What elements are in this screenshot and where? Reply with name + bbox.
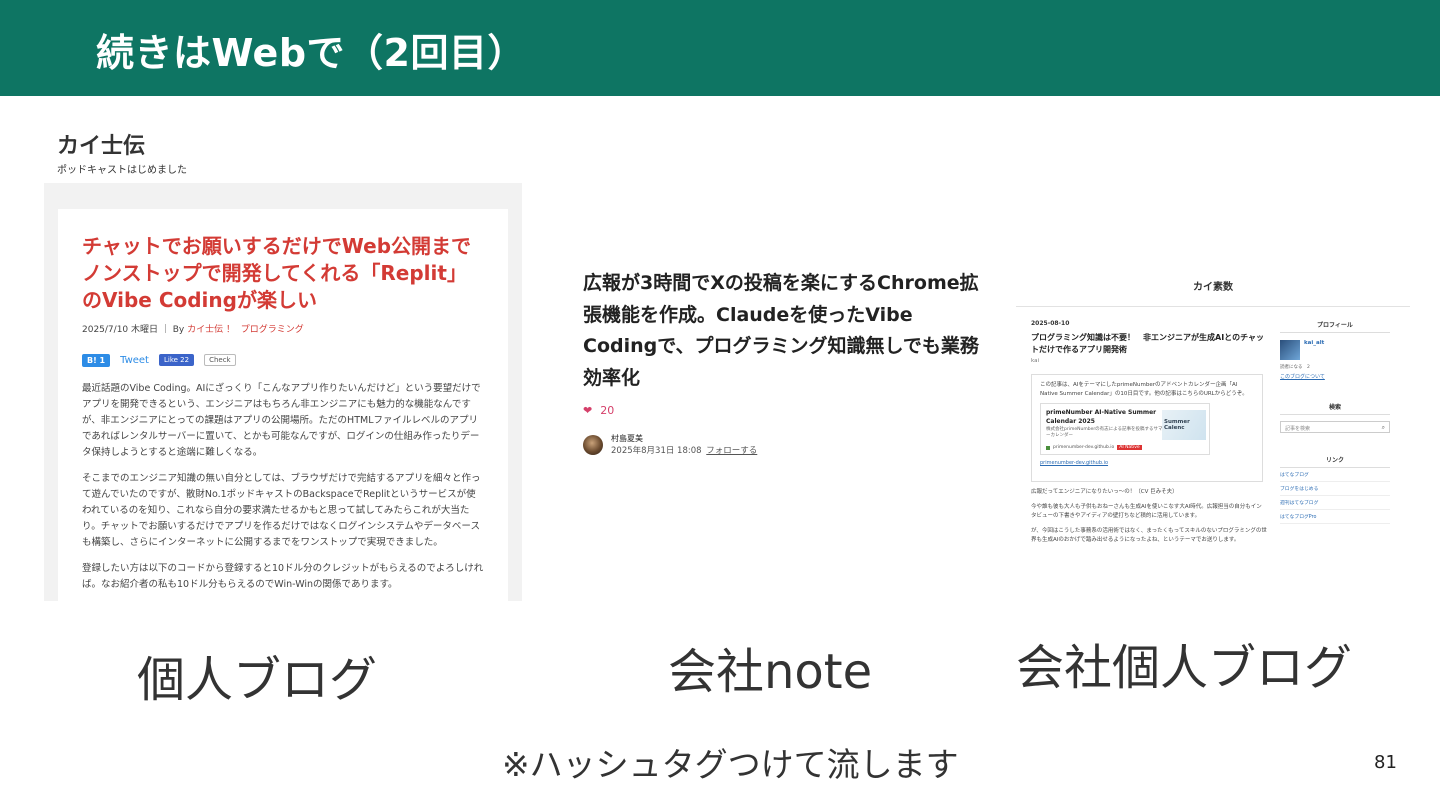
tweet-button[interactable]: Tweet <box>120 355 149 366</box>
blog-article-title[interactable]: チャットでお願いするだけでWeb公開までノンストップで開発してくれる「Repli… <box>82 233 484 314</box>
blog-paragraph: 最近話題のVibe Coding。AIにざっくり「こんなアプリ作りたいんだけど」… <box>82 383 481 458</box>
avatar[interactable] <box>583 434 603 455</box>
blog-meta-category[interactable]: プログラミング <box>241 325 304 335</box>
kai-article-author[interactable]: kai <box>1031 358 1267 364</box>
kai-site-name[interactable]: カイ素数 <box>1016 278 1410 293</box>
blog-meta-date: 2025/7/10 木曜日 ｜ By <box>82 325 188 335</box>
blog-brand: カイ士伝 ポッドキャストはじめました <box>57 128 187 176</box>
slide-title: 続きはWebで（2回目） <box>96 31 526 75</box>
search-input[interactable]: 記事を検索 ⌕ <box>1280 421 1390 433</box>
sidebar-profile-heading: プロフィール <box>1280 320 1390 333</box>
search-icon[interactable]: ⌕ <box>1382 424 1385 432</box>
company-personal-blog-screenshot: カイ素数 2025-08-10 プログラミング知識は不要！ 非エンジニアが生成A… <box>1016 270 1410 560</box>
kai-paragraph: 広報だってエンジニアになりたいっ〜の！（CV 巨みそ夫） <box>1031 489 1178 495</box>
search-placeholder: 記事を検索 <box>1285 426 1311 432</box>
sidebar-link[interactable]: 週刊はてなブログ <box>1280 496 1390 510</box>
share-buttons: B! 1 Tweet Like 22 Check <box>82 353 484 367</box>
avatar[interactable] <box>1280 340 1300 360</box>
sidebar-link[interactable]: はてなブログ <box>1280 468 1390 482</box>
blog-article-meta: 2025/7/10 木曜日 ｜ By カイ士伝 ！ プログラミング <box>82 322 484 335</box>
sidebar-link[interactable]: はてなブログPro <box>1280 510 1390 524</box>
subscribe-button[interactable]: 読者になる 2 <box>1280 364 1390 370</box>
blog-paragraph: 登録したい方は以下のコードから登録すると10ドル分のクレジットがもらえるのでよろ… <box>82 563 484 590</box>
caption-company-personal-blog: 会社個人ブログ <box>1016 640 1353 696</box>
sidebar-links: はてなブログ ブログをはじめる 週刊はてなブログ はてなブログPro <box>1280 468 1390 524</box>
blog-paragraph: そこまでのエンジニア知識の無い自分としては、ブラウザだけで完結するアプリを細々と… <box>82 473 481 548</box>
facebook-like-button[interactable]: Like 22 <box>158 354 195 366</box>
embed-title: primeNumber AI-Native Summer Calendar 20… <box>1046 409 1157 425</box>
kai-intro-text: この記事は、AIをテーマにしたprimeNumberのアドベントカレンダー企画「… <box>1040 382 1248 397</box>
hatena-bookmark-button[interactable]: B! 1 <box>82 353 111 367</box>
kai-article-date: 2025-08-10 <box>1031 320 1070 327</box>
kai-article-title[interactable]: プログラミング知識は不要！ 非エンジニアが生成AIとのチャットだけで作るアプリ開… <box>1031 332 1267 356</box>
page-number: 81 <box>1374 752 1397 773</box>
sidebar-profile: kai_alt <box>1280 340 1390 360</box>
sidebar-links-heading: リンク <box>1280 455 1390 468</box>
note-article-title[interactable]: 広報が3時間でXの投稿を楽にするChrome拡張機能を作成。Claudeを使った… <box>583 268 993 394</box>
kai-sidebar: プロフィール kai_alt 読者になる 2 このブログについて 検索 記事を検… <box>1280 320 1390 524</box>
kai-embed-card[interactable]: primeNumber AI-Native Summer Calendar 20… <box>1040 403 1210 455</box>
follow-button[interactable]: フォローする <box>706 446 757 456</box>
embed-badge: AI Native <box>1117 445 1142 450</box>
kai-article: 2025-08-10 プログラミング知識は不要！ 非エンジニアが生成AIとのチャ… <box>1031 320 1267 545</box>
note-like-row: ❤ 20 <box>583 404 993 417</box>
divider <box>1016 306 1410 307</box>
embed-domain: primenumber-dev.github.io <box>1053 445 1115 450</box>
kai-intro-box: この記事は、AIをテーマにしたprimeNumberのアドベントカレンダー企画「… <box>1031 374 1263 482</box>
sidebar-link[interactable]: ブログをはじめる <box>1280 482 1390 496</box>
kai-embed-link[interactable]: primenumber-dev.github.io <box>1040 460 1254 466</box>
heart-icon[interactable]: ❤ <box>583 404 592 417</box>
check-button[interactable]: Check <box>204 354 236 366</box>
embed-thumbnail: Summer Calenc <box>1162 410 1206 440</box>
hashtag-note: ※ハッシュタグつけて流します <box>502 745 959 784</box>
blog-site-name[interactable]: カイ士伝 <box>57 128 187 160</box>
note-author-row: 村島夏美 2025年8月31日 18:08 フォローする <box>583 433 993 456</box>
note-date: 2025年8月31日 18:08 <box>611 446 702 456</box>
note-like-count: 20 <box>600 404 615 417</box>
company-note-screenshot: 広報が3時間でXの投稿を楽にするChrome拡張機能を作成。Claudeを使った… <box>583 268 993 458</box>
personal-blog-screenshot: チャットでお願いするだけでWeb公開までノンストップで開発してくれる「Repli… <box>44 183 522 601</box>
favicon-icon <box>1046 445 1050 450</box>
note-author-name[interactable]: 村島夏美 <box>611 433 757 444</box>
kai-paragraph: が、今回はこうした事務系の活用術ではなく、まったくもってスキルのないプログラミン… <box>1031 528 1267 543</box>
caption-company-note: 会社note <box>668 644 873 700</box>
sidebar-search-heading: 検索 <box>1280 402 1390 415</box>
caption-personal-blog: 個人ブログ <box>137 652 378 708</box>
embed-footer: primenumber-dev.github.io AI Native <box>1046 445 1142 450</box>
kai-paragraph: 今や誰も彼も大人も子供もおねーさんも生成AIを使いこなす大AI時代。広報担当の自… <box>1031 504 1262 519</box>
sidebar-about-link[interactable]: このブログについて <box>1280 373 1390 380</box>
embed-description: 株式会社primeNumberの有志による記事を投稿するサマーカレンダー <box>1046 427 1163 438</box>
blog-meta-author[interactable]: カイ士伝 ！ <box>187 325 235 335</box>
blog-article-card: チャットでお願いするだけでWeb公開までノンストップで開発してくれる「Repli… <box>58 209 508 601</box>
blog-tagline: ポッドキャストはじめました <box>57 165 187 176</box>
sidebar-profile-name[interactable]: kai_alt <box>1304 340 1324 346</box>
slide-header: 続きはWebで（2回目） <box>0 0 1440 96</box>
